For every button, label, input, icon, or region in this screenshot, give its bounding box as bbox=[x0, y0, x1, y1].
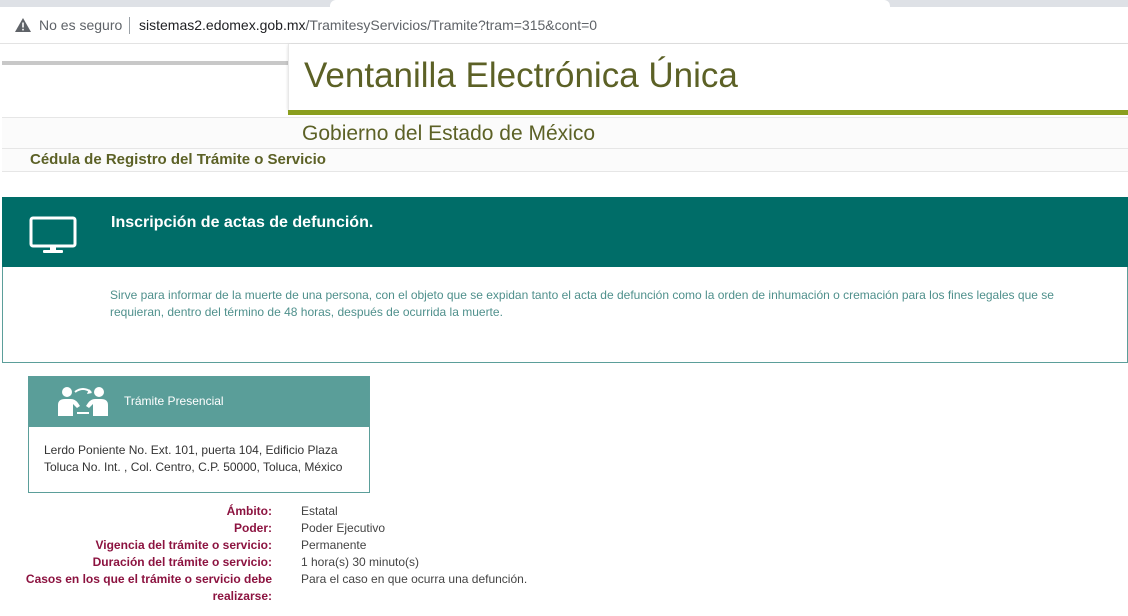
site-header: Ventanilla Electrónica Única bbox=[288, 44, 1128, 110]
presencial-card: Trámite Presencial Lerdo Poniente No. Ex… bbox=[28, 376, 370, 493]
service-description: Sirve para informar de la muerte de una … bbox=[110, 288, 1054, 319]
detail-value: Permanente bbox=[301, 538, 367, 552]
section-title: Cédula de Registro del Trámite o Servici… bbox=[30, 151, 326, 168]
presencial-address: Lerdo Poniente No. Ext. 101, puerta 104,… bbox=[44, 443, 343, 474]
presencial-title: Trámite Presencial bbox=[124, 394, 224, 408]
detail-label: Casos en los que el trámite o servicio d… bbox=[25, 572, 272, 603]
monitor-icon bbox=[29, 216, 77, 253]
detail-value: Para el caso en que ocurra una defunción… bbox=[301, 572, 528, 586]
security-status-label[interactable]: No es seguro bbox=[39, 17, 122, 33]
url-host: sistemas2.edomex.gob.mx bbox=[139, 17, 306, 33]
government-name: Gobierno del Estado de México bbox=[302, 122, 596, 145]
presencial-card-header: Trámite Presencial bbox=[29, 377, 369, 427]
government-row: Gobierno del Estado de México bbox=[2, 117, 1128, 149]
service-description-box: Sirve para informar de la muerte de una … bbox=[2, 267, 1128, 363]
site-title: Ventanilla Electrónica Única bbox=[304, 56, 738, 95]
service-header: Inscripción de actas de defunción. bbox=[2, 197, 1128, 267]
address-bar[interactable]: No es seguro sistemas2.edomex.gob.mx/Tra… bbox=[0, 7, 1128, 44]
url-path: /TramitesyServicios/Tramite?tram=315&con… bbox=[305, 17, 598, 33]
warning-triangle-icon[interactable] bbox=[14, 17, 32, 33]
detail-value: Estatal bbox=[301, 504, 338, 518]
detail-label: Ámbito: bbox=[226, 504, 272, 518]
active-tab[interactable] bbox=[330, 0, 890, 7]
detail-label: Duración del trámite o servicio: bbox=[92, 555, 272, 569]
detail-label: Poder: bbox=[233, 521, 272, 535]
url-text[interactable]: sistemas2.edomex.gob.mx/TramitesyServici… bbox=[139, 17, 597, 33]
detail-value: 1 hora(s) 30 minuto(s) bbox=[301, 555, 420, 569]
service-title: Inscripción de actas de defunción. bbox=[111, 214, 374, 231]
detail-value: Poder Ejecutivo bbox=[301, 521, 386, 535]
logo-divider bbox=[2, 61, 288, 65]
detail-label: Vigencia del trámite o servicio: bbox=[95, 538, 272, 552]
browser-tab-strip bbox=[0, 0, 1128, 7]
address-separator bbox=[129, 17, 130, 34]
logo-area bbox=[2, 44, 288, 116]
title-underline bbox=[288, 110, 1128, 115]
section-row: Cédula de Registro del Trámite o Servici… bbox=[2, 149, 1128, 172]
people-exchange-icon bbox=[58, 387, 108, 416]
